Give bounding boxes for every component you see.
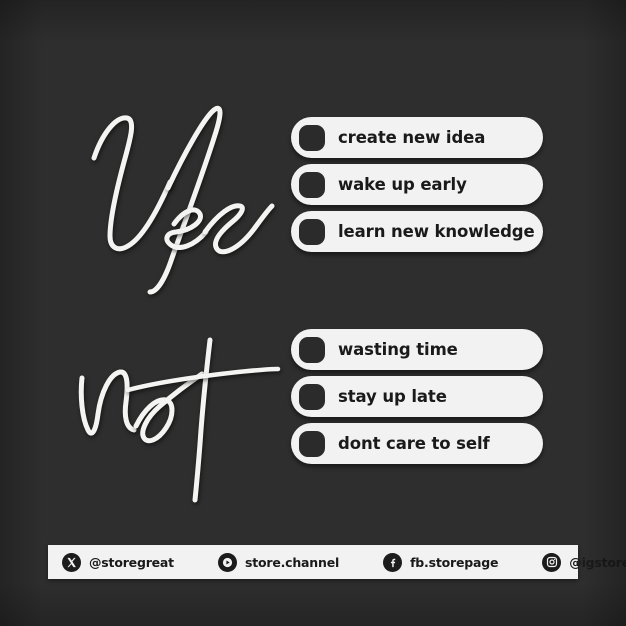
- list-item-label: learn new knowledge: [338, 222, 535, 241]
- list-item[interactable]: learn new knowledge: [291, 211, 543, 252]
- heading-not-script-icon: [78, 337, 281, 503]
- checkbox-icon[interactable]: [299, 430, 325, 457]
- list-item-label: stay up late: [338, 387, 447, 406]
- list-item[interactable]: wake up early: [291, 164, 543, 205]
- social-footer-bar: @storegreat store.channel fb.storepage @…: [48, 545, 626, 579]
- facebook-icon: [383, 552, 403, 572]
- heading-not: not: [62, 318, 292, 503]
- list-item-label: wake up early: [338, 175, 467, 194]
- list-item-label: dont care to self: [338, 434, 490, 453]
- social-link-facebook[interactable]: fb.storepage: [383, 552, 499, 572]
- list-item-label: create new idea: [338, 128, 486, 147]
- social-link-x[interactable]: @storegreat: [62, 552, 174, 572]
- social-link-instagram[interactable]: @igstore.com: [542, 552, 626, 572]
- checklist-yes: create new idea wake up early learn new …: [291, 117, 543, 252]
- checkbox-icon[interactable]: [299, 383, 325, 410]
- checkbox-icon[interactable]: [299, 336, 325, 363]
- heading-yes-script-icon: [91, 105, 275, 295]
- instagram-icon: [542, 552, 562, 572]
- checkbox-icon[interactable]: [299, 171, 325, 198]
- x-twitter-icon: [62, 552, 81, 572]
- checklist-not: wasting time stay up late dont care to s…: [291, 329, 543, 464]
- list-item[interactable]: stay up late: [291, 376, 543, 417]
- checkbox-icon[interactable]: [299, 218, 325, 245]
- social-link-youtube[interactable]: store.channel: [217, 552, 340, 572]
- list-item-label: wasting time: [338, 340, 458, 359]
- social-label: @igstore.com: [569, 554, 626, 570]
- youtube-icon: [217, 552, 237, 572]
- social-label: store.channel: [244, 554, 340, 570]
- list-item[interactable]: wasting time: [291, 329, 543, 370]
- edge-vignette: [0, 0, 626, 626]
- social-label: fb.storepage: [410, 554, 499, 570]
- social-label: @storegreat: [89, 554, 174, 570]
- heading-yes: Yes: [72, 96, 287, 295]
- poster-canvas: Yes not create new idea wake up early le…: [0, 0, 626, 626]
- list-item[interactable]: dont care to self: [291, 423, 543, 464]
- list-item[interactable]: create new idea: [291, 117, 543, 158]
- checkbox-icon[interactable]: [299, 124, 325, 151]
